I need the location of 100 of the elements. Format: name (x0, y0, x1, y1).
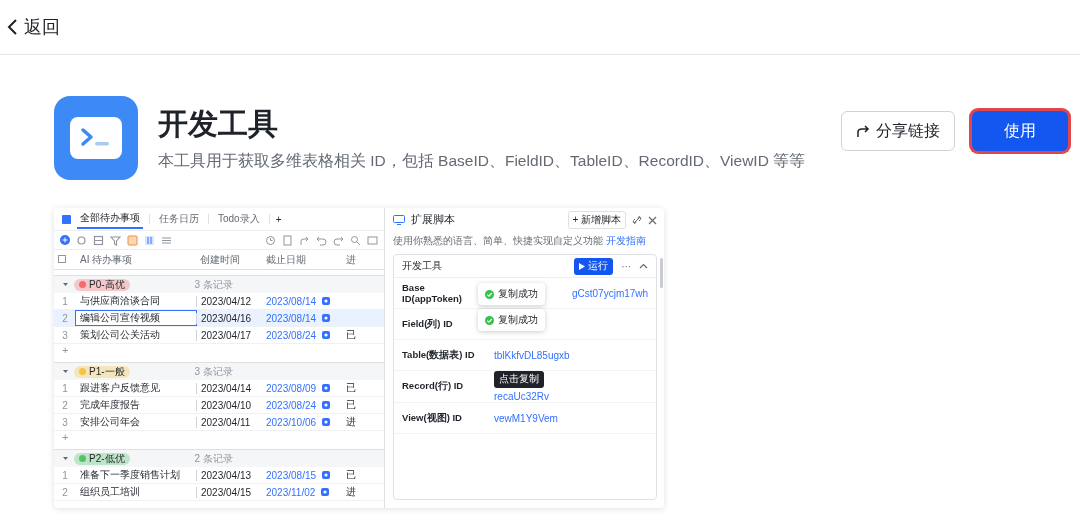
table-cell: 2023/08/15 (266, 469, 317, 481)
table-row[interactable]: 1 准备下一季度销售计划 2023/04/13 2023/08/15 已 (54, 467, 384, 484)
share-icon[interactable] (299, 234, 310, 246)
add-tab-button[interactable]: + (275, 213, 282, 225)
table-cell: 2023/08/14 (266, 312, 317, 324)
close-icon[interactable] (648, 215, 658, 225)
table-cell: 已 (346, 399, 356, 410)
table-cell: 2023/04/14 (196, 382, 262, 394)
id-link[interactable]: tblKkfvDL85ugxb (494, 349, 570, 361)
view-tab[interactable]: 任务日历 (156, 210, 202, 228)
table-row[interactable]: 3 策划公司公关活动 2023/04/17 2023/08/24 已 (54, 327, 384, 344)
success-toast: 复制成功 (478, 283, 545, 305)
search-icon[interactable] (350, 234, 361, 246)
table-cell-text: 安排公司年会 (79, 415, 141, 429)
table-cell-text: 完成年度报告 (79, 398, 141, 412)
new-script-button[interactable]: + 新增脚本 (567, 211, 627, 229)
field-label: Table(数据表) ID (402, 348, 476, 362)
row-number: 1 (61, 382, 69, 394)
caret-icon[interactable] (62, 368, 69, 375)
panel-description: 使用你熟悉的语言、简单、快捷实现自定义功能 开发指南 (393, 235, 647, 248)
caret-icon[interactable] (62, 455, 69, 462)
table-cell: 2023/04/17 (196, 329, 262, 341)
table-cell: 2023/11/02 (266, 486, 316, 498)
run-button[interactable]: 运行 (574, 257, 614, 275)
priority-tag: P1-一般 (74, 365, 130, 378)
table-cell: 进 (346, 416, 356, 427)
caret-icon[interactable] (62, 281, 69, 288)
rows-icon[interactable] (161, 234, 172, 246)
table-cell: 已 (346, 382, 356, 393)
table-row[interactable]: 3 安排公司年会 2023/04/11 2023/10/06 进 (54, 414, 384, 431)
sort-icon[interactable] (144, 234, 155, 246)
more-button[interactable]: ··· (621, 260, 632, 272)
row-number: 1 (61, 469, 69, 481)
filter-icon[interactable] (110, 234, 121, 246)
table-cell-text: 组织员工培训 (79, 485, 141, 499)
table-cell-text: 与供应商洽谈合同 (79, 294, 161, 308)
field-label: Base ID(appToken) (402, 282, 463, 304)
table-row[interactable]: 2 完成年度报告 2023/04/10 2023/08/24 已 (54, 397, 384, 414)
view-tab[interactable]: Todo录入 (215, 210, 263, 228)
check-icon (485, 315, 494, 325)
row-number: 1 (61, 295, 69, 307)
table-cell: 已 (346, 329, 356, 340)
clock-icon[interactable] (265, 234, 276, 246)
id-link[interactable]: gCst07ycjm17wh (572, 287, 649, 299)
field-label: Record(行) ID (402, 380, 465, 393)
table-cell: 编辑公司宣传视频 (76, 311, 196, 325)
back-button[interactable]: 返回 (6, 15, 60, 39)
record-count: 2 条记录 (194, 451, 233, 466)
record-count: 3 条记录 (194, 364, 233, 379)
table-cell: 2023/10/06 (266, 416, 317, 428)
table-cell: 已 (346, 469, 356, 480)
table-cell: 2023/04/13 (196, 469, 262, 481)
row-number: 3 (61, 329, 69, 341)
table-cell-text: 跟进客户反馈意见 (79, 381, 161, 395)
table-cell: 2023/04/10 (196, 399, 262, 411)
table-row[interactable]: 2 编辑公司宣传视频 2023/04/16 2023/08/14 (54, 310, 384, 327)
share-icon (856, 124, 870, 138)
priority-tag: P0-高优 (74, 278, 130, 291)
collapse-icon[interactable] (639, 263, 649, 269)
table-cell-text: 准备下一季度销售计划 (79, 468, 181, 482)
share-link-button[interactable]: 分享链接 (841, 111, 955, 151)
id-link[interactable]: vewM1Y9Vem (494, 412, 558, 424)
use-button[interactable]: 使用 (972, 111, 1068, 151)
add-icon[interactable] (60, 235, 70, 245)
redo-icon[interactable] (333, 234, 344, 246)
table-row[interactable]: 2 组织员工培训 2023/04/15 2023/11/02 进 (54, 484, 384, 501)
table-cell: 2023/04/12 (196, 295, 262, 307)
table-cell: 2023/08/24 (266, 329, 317, 341)
success-toast: 复制成功 (478, 309, 545, 331)
view-tab[interactable]: 全部待办事项 (77, 209, 143, 229)
priority-tag: P2-低优 (74, 452, 130, 465)
form-icon[interactable] (282, 234, 293, 246)
tool-title: 开发工具 (158, 106, 279, 142)
table-row[interactable]: 1 跟进客户反馈意见 2023/04/14 2023/08/09 已 (54, 380, 384, 397)
row-number: 2 (61, 486, 69, 498)
undo-icon[interactable] (316, 234, 327, 246)
back-icon (6, 18, 18, 36)
table-cell: 进 (346, 486, 356, 497)
column-header[interactable]: 进 (342, 252, 384, 267)
script-icon (393, 215, 405, 225)
column-header[interactable]: AI 待办事项 (76, 252, 196, 267)
play-icon (579, 262, 586, 270)
table-cell: 2023/04/16 (196, 312, 262, 324)
column-header[interactable]: 截止日期 (262, 252, 342, 267)
table-cell-text: 策划公司公关活动 (79, 328, 161, 342)
grid-icon[interactable] (93, 234, 104, 246)
guide-link[interactable]: 开发指南 (605, 235, 646, 246)
table-cell: 2023/08/24 (266, 399, 317, 411)
list-icon[interactable] (367, 234, 378, 246)
id-link[interactable]: recaUc32Rv (494, 391, 550, 402)
tooltip: 点击复制 (494, 371, 544, 388)
field-label: Field(列) ID (402, 317, 454, 331)
row-number: 3 (61, 416, 69, 428)
column-header[interactable]: 创建时间 (196, 252, 262, 267)
link-icon[interactable] (632, 215, 643, 225)
tool-description: 本工具用于获取多维表格相关 ID，包括 BaseID、FieldID、TableID、RecordID、ViewID 等等 (158, 151, 807, 171)
table-cell: 2023/08/14 (266, 295, 317, 307)
checkbox[interactable] (58, 255, 66, 263)
table-cell: 2023/08/09 (266, 382, 317, 394)
table-cell: 2023/04/15 (196, 486, 262, 498)
